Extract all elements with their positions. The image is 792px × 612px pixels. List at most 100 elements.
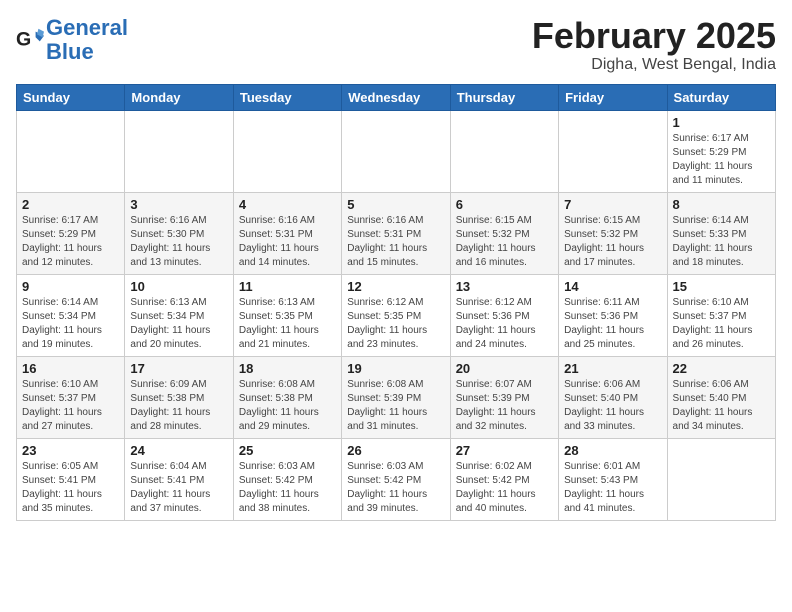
day-info: Sunrise: 6:07 AM Sunset: 5:39 PM Dayligh…	[456, 378, 553, 434]
calendar-cell: 27 Sunrise: 6:02 AM Sunset: 5:42 PM Dayli…	[450, 438, 558, 520]
weekday-header-friday: Friday	[559, 84, 667, 110]
calendar-cell: 15Sunrise: 6:10 AM Sunset: 5:37 PM Dayli…	[667, 274, 775, 356]
day-info: Sunrise: 6:15 AM Sunset: 5:32 PM Dayligh…	[564, 214, 661, 270]
calendar-cell	[450, 110, 558, 192]
calendar-cell: 16 Sunrise: 6:10 AM Sunset: 5:37 PM Dayli…	[17, 356, 125, 438]
calendar-cell: 2 Sunrise: 6:17 AM Sunset: 5:29 PM Daylig…	[17, 192, 125, 274]
day-info: Sunrise: 6:13 AM Sunset: 5:35 PM Dayligh…	[239, 296, 336, 352]
day-number: 2	[22, 197, 119, 212]
logo: G General Blue	[16, 16, 128, 64]
calendar-cell	[17, 110, 125, 192]
calendar-cell: 22 Sunrise: 6:06 AM Sunset: 5:40 PM Dayli…	[667, 356, 775, 438]
calendar-cell: 4 Sunrise: 6:16 AM Sunset: 5:31 PM Daylig…	[233, 192, 341, 274]
day-info: Sunrise: 6:16 AM Sunset: 5:30 PM Dayligh…	[130, 214, 227, 270]
day-info: Sunrise: 6:17 AM Sunset: 5:29 PM Dayligh…	[673, 132, 770, 188]
calendar-cell: 18 Sunrise: 6:08 AM Sunset: 5:38 PM Dayli…	[233, 356, 341, 438]
day-info: Sunrise: 6:16 AM Sunset: 5:31 PM Dayligh…	[347, 214, 444, 270]
day-number: 9	[22, 279, 119, 294]
day-number: 8	[673, 197, 770, 212]
calendar-cell: 21 Sunrise: 6:06 AM Sunset: 5:40 PM Dayli…	[559, 356, 667, 438]
weekday-header-sunday: Sunday	[17, 84, 125, 110]
calendar-cell: 19 Sunrise: 6:08 AM Sunset: 5:39 PM Dayli…	[342, 356, 450, 438]
weekday-header-saturday: Saturday	[667, 84, 775, 110]
calendar-cell: 9 Sunrise: 6:14 AM Sunset: 5:34 PM Daylig…	[17, 274, 125, 356]
calendar-cell	[559, 110, 667, 192]
day-number: 19	[347, 361, 444, 376]
calendar-title: February 2025	[532, 16, 776, 56]
calendar-week-row: 23 Sunrise: 6:05 AM Sunset: 5:41 PM Dayli…	[17, 438, 776, 520]
calendar-cell: 11 Sunrise: 6:13 AM Sunset: 5:35 PM Dayli…	[233, 274, 341, 356]
logo-text: General Blue	[46, 16, 128, 64]
day-number: 11	[239, 279, 336, 294]
day-number: 4	[239, 197, 336, 212]
day-info: Sunrise: 6:15 AM Sunset: 5:32 PM Dayligh…	[456, 214, 553, 270]
day-info: Sunrise: 6:11 AM Sunset: 5:36 PM Dayligh…	[564, 296, 661, 352]
day-info: Sunrise: 6:12 AM Sunset: 5:36 PM Dayligh…	[456, 296, 553, 352]
calendar-table: SundayMondayTuesdayWednesdayThursdayFrid…	[16, 84, 776, 521]
day-number: 22	[673, 361, 770, 376]
calendar-week-row: 16 Sunrise: 6:10 AM Sunset: 5:37 PM Dayli…	[17, 356, 776, 438]
day-info: Sunrise: 6:14 AM Sunset: 5:33 PM Dayligh…	[673, 214, 770, 270]
calendar-cell: 3 Sunrise: 6:16 AM Sunset: 5:30 PM Daylig…	[125, 192, 233, 274]
calendar-week-row: 2 Sunrise: 6:17 AM Sunset: 5:29 PM Daylig…	[17, 192, 776, 274]
day-info: Sunrise: 6:09 AM Sunset: 5:38 PM Dayligh…	[130, 378, 227, 434]
day-info: Sunrise: 6:08 AM Sunset: 5:38 PM Dayligh…	[239, 378, 336, 434]
calendar-cell: 5Sunrise: 6:16 AM Sunset: 5:31 PM Daylig…	[342, 192, 450, 274]
calendar-cell: 8 Sunrise: 6:14 AM Sunset: 5:33 PM Daylig…	[667, 192, 775, 274]
svg-text:G: G	[16, 29, 31, 51]
day-info: Sunrise: 6:08 AM Sunset: 5:39 PM Dayligh…	[347, 378, 444, 434]
weekday-header-wednesday: Wednesday	[342, 84, 450, 110]
day-info: Sunrise: 6:10 AM Sunset: 5:37 PM Dayligh…	[673, 296, 770, 352]
header-area: G General Blue February 2025 Digha, West…	[16, 16, 776, 74]
weekday-header-monday: Monday	[125, 84, 233, 110]
calendar-cell: 26 Sunrise: 6:03 AM Sunset: 5:42 PM Dayli…	[342, 438, 450, 520]
day-number: 20	[456, 361, 553, 376]
calendar-cell: 28 Sunrise: 6:01 AM Sunset: 5:43 PM Dayli…	[559, 438, 667, 520]
day-number: 21	[564, 361, 661, 376]
day-number: 14	[564, 279, 661, 294]
calendar-cell: 7Sunrise: 6:15 AM Sunset: 5:32 PM Daylig…	[559, 192, 667, 274]
day-info: Sunrise: 6:03 AM Sunset: 5:42 PM Dayligh…	[347, 460, 444, 516]
weekday-header-tuesday: Tuesday	[233, 84, 341, 110]
calendar-cell: 14 Sunrise: 6:11 AM Sunset: 5:36 PM Dayli…	[559, 274, 667, 356]
day-info: Sunrise: 6:10 AM Sunset: 5:37 PM Dayligh…	[22, 378, 119, 434]
day-number: 26	[347, 443, 444, 458]
calendar-week-row: 9 Sunrise: 6:14 AM Sunset: 5:34 PM Daylig…	[17, 274, 776, 356]
day-number: 16	[22, 361, 119, 376]
day-info: Sunrise: 6:04 AM Sunset: 5:41 PM Dayligh…	[130, 460, 227, 516]
day-info: Sunrise: 6:16 AM Sunset: 5:31 PM Dayligh…	[239, 214, 336, 270]
calendar-cell: 24 Sunrise: 6:04 AM Sunset: 5:41 PM Dayli…	[125, 438, 233, 520]
calendar-subtitle: Digha, West Bengal, India	[532, 56, 776, 74]
calendar-cell: 13 Sunrise: 6:12 AM Sunset: 5:36 PM Dayli…	[450, 274, 558, 356]
day-number: 1	[673, 115, 770, 130]
day-number: 18	[239, 361, 336, 376]
day-number: 3	[130, 197, 227, 212]
day-number: 12	[347, 279, 444, 294]
day-number: 13	[456, 279, 553, 294]
day-number: 25	[239, 443, 336, 458]
day-number: 6	[456, 197, 553, 212]
calendar-cell: 25Sunrise: 6:03 AM Sunset: 5:42 PM Dayli…	[233, 438, 341, 520]
calendar-cell	[233, 110, 341, 192]
day-info: Sunrise: 6:02 AM Sunset: 5:42 PM Dayligh…	[456, 460, 553, 516]
day-info: Sunrise: 6:05 AM Sunset: 5:41 PM Dayligh…	[22, 460, 119, 516]
day-info: Sunrise: 6:06 AM Sunset: 5:40 PM Dayligh…	[673, 378, 770, 434]
calendar-cell: 20 Sunrise: 6:07 AM Sunset: 5:39 PM Dayli…	[450, 356, 558, 438]
day-number: 17	[130, 361, 227, 376]
day-number: 27	[456, 443, 553, 458]
calendar-cell: 17 Sunrise: 6:09 AM Sunset: 5:38 PM Dayli…	[125, 356, 233, 438]
day-info: Sunrise: 6:17 AM Sunset: 5:29 PM Dayligh…	[22, 214, 119, 270]
day-info: Sunrise: 6:12 AM Sunset: 5:35 PM Dayligh…	[347, 296, 444, 352]
day-info: Sunrise: 6:01 AM Sunset: 5:43 PM Dayligh…	[564, 460, 661, 516]
day-number: 23	[22, 443, 119, 458]
day-info: Sunrise: 6:14 AM Sunset: 5:34 PM Dayligh…	[22, 296, 119, 352]
calendar-cell: 6 Sunrise: 6:15 AM Sunset: 5:32 PM Daylig…	[450, 192, 558, 274]
logo-icon: G	[16, 26, 44, 54]
weekday-header-thursday: Thursday	[450, 84, 558, 110]
day-info: Sunrise: 6:06 AM Sunset: 5:40 PM Dayligh…	[564, 378, 661, 434]
calendar-week-row: 1 Sunrise: 6:17 AM Sunset: 5:29 PM Daylig…	[17, 110, 776, 192]
day-number: 28	[564, 443, 661, 458]
calendar-cell	[667, 438, 775, 520]
day-number: 10	[130, 279, 227, 294]
day-number: 24	[130, 443, 227, 458]
